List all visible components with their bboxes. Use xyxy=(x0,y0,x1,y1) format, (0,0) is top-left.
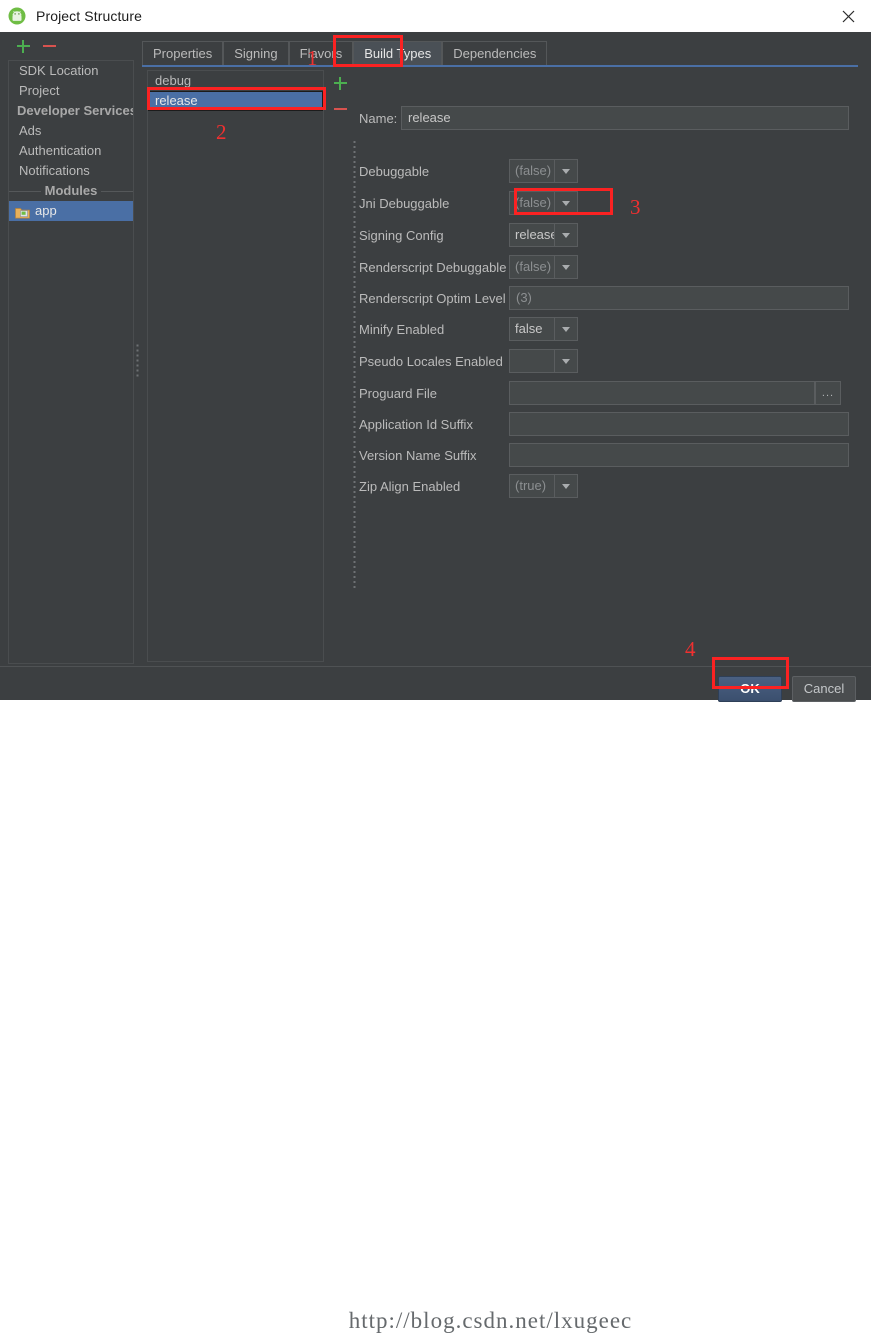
chevron-down-icon[interactable] xyxy=(554,474,578,498)
add-build-type-button[interactable] xyxy=(327,70,353,96)
window-title: Project Structure xyxy=(36,8,142,24)
tab-signing[interactable]: Signing xyxy=(223,41,289,65)
sidebar-item-ads[interactable]: Ads xyxy=(9,121,133,141)
splitter-grip-icon xyxy=(353,141,357,591)
form-row-signing-config: Signing Config release xyxy=(359,222,853,248)
signing-config-value: release xyxy=(509,223,554,247)
chevron-down-icon[interactable] xyxy=(554,317,578,341)
form-row-renderscript-debuggable: Renderscript Debuggable (false) xyxy=(359,254,853,280)
tab-build-types[interactable]: Build Types xyxy=(353,41,443,65)
sidebar-group-label: Developer Services xyxy=(17,103,134,118)
watermark-text: http://blog.csdn.net/lxugeec xyxy=(348,1308,633,1333)
jni-debuggable-label: Jni Debuggable xyxy=(359,195,450,211)
sidebar-splitter[interactable] xyxy=(134,60,142,664)
form-row-pseudo-locales-enabled: Pseudo Locales Enabled xyxy=(359,348,853,374)
chevron-down-icon[interactable] xyxy=(554,159,578,183)
list-item[interactable]: debug xyxy=(148,71,323,91)
form-row-version-name-suffix: Version Name Suffix xyxy=(359,442,853,468)
ok-button[interactable]: OK xyxy=(718,676,782,702)
chevron-down-icon[interactable] xyxy=(554,255,578,279)
sidebar-group-modules: Modules xyxy=(9,181,133,201)
application-id-suffix-label: Application Id Suffix xyxy=(359,416,473,432)
version-name-suffix-label: Version Name Suffix xyxy=(359,447,477,463)
tab-bar: Properties Signing Flavors Build Types D… xyxy=(142,37,548,65)
dialog-button-bar: http://blog.csdn.net/lxugeec OK Cancel xyxy=(0,667,871,1333)
tab-properties[interactable]: Properties xyxy=(142,41,224,65)
sidebar-item-label: app xyxy=(35,203,57,218)
form-row-jni-debuggable: Jni Debuggable (false) xyxy=(359,190,853,216)
module-folder-icon xyxy=(15,205,30,218)
sidebar-item-app[interactable]: app xyxy=(9,201,133,221)
remove-module-button[interactable] xyxy=(36,33,62,59)
version-name-suffix-input[interactable] xyxy=(509,443,849,467)
form-row-renderscript-optim-level: Renderscript Optim Level (3) xyxy=(359,285,853,311)
application-id-suffix-input[interactable] xyxy=(509,412,849,436)
chevron-down-icon[interactable] xyxy=(554,349,578,373)
name-label: Name: xyxy=(359,110,398,126)
build-type-form: Name: release Debuggable (false) Jni Deb… xyxy=(359,70,853,662)
close-icon[interactable] xyxy=(825,0,871,32)
jni-debuggable-value: (false) xyxy=(509,191,554,215)
cancel-button[interactable]: Cancel xyxy=(792,676,856,702)
list-form-splitter[interactable] xyxy=(351,70,359,662)
dialog-content: SDK Location Project Developer Services … xyxy=(0,32,871,1333)
build-types-panel: debug release Name: release Debuggable (… xyxy=(142,67,858,664)
sidebar-group-developer-services: Developer Services xyxy=(9,101,133,121)
signing-config-dropdown[interactable]: release xyxy=(509,223,578,247)
renderscript-debuggable-dropdown[interactable]: (false) xyxy=(509,255,578,279)
debuggable-value: (false) xyxy=(509,159,554,183)
pseudo-locales-enabled-dropdown[interactable] xyxy=(509,349,578,373)
sidebar-item-authentication[interactable]: Authentication xyxy=(9,141,133,161)
sidebar-toolbar xyxy=(0,32,140,60)
minify-enabled-dropdown[interactable]: false xyxy=(509,317,578,341)
renderscript-debuggable-label: Renderscript Debuggable xyxy=(359,259,507,275)
group-divider-right xyxy=(101,190,133,192)
form-row-proguard-file: Proguard File ... xyxy=(359,380,853,406)
add-module-button[interactable] xyxy=(10,33,36,59)
tab-dependencies[interactable]: Dependencies xyxy=(442,41,548,65)
zip-align-enabled-label: Zip Align Enabled xyxy=(359,478,461,494)
form-row-zip-align-enabled: Zip Align Enabled (true) xyxy=(359,473,853,499)
sidebar-item-project[interactable]: Project xyxy=(9,81,133,101)
renderscript-optim-level-input[interactable]: (3) xyxy=(509,286,849,310)
tab-flavors[interactable]: Flavors xyxy=(288,41,354,65)
minify-enabled-label: Minify Enabled xyxy=(359,321,445,337)
splitter-grip-icon xyxy=(136,344,140,380)
renderscript-debuggable-value: (false) xyxy=(509,255,554,279)
zip-align-enabled-value: (true) xyxy=(509,474,554,498)
signing-config-label: Signing Config xyxy=(359,227,444,243)
form-row-application-id-suffix: Application Id Suffix xyxy=(359,411,853,437)
name-input[interactable]: release xyxy=(401,106,849,130)
form-row-minify-enabled: Minify Enabled false xyxy=(359,316,853,342)
form-row-debuggable: Debuggable (false) xyxy=(359,158,853,184)
list-item[interactable]: release xyxy=(148,91,323,111)
chevron-down-icon[interactable] xyxy=(554,191,578,215)
build-types-list[interactable]: debug release xyxy=(147,70,324,662)
form-row-name: Name: release xyxy=(359,105,853,131)
title-bar: Project Structure xyxy=(0,0,871,32)
proguard-file-label: Proguard File xyxy=(359,385,438,401)
zip-align-enabled-dropdown[interactable]: (true) xyxy=(509,474,578,498)
build-types-list-toolbar xyxy=(327,70,351,130)
debuggable-label: Debuggable xyxy=(359,163,430,179)
chevron-down-icon[interactable] xyxy=(554,223,578,247)
proguard-file-browse-button[interactable]: ... xyxy=(815,381,841,405)
sidebar-item-notifications[interactable]: Notifications xyxy=(9,161,133,181)
pseudo-locales-enabled-value xyxy=(509,349,554,373)
project-structure-dialog: Project Structure SDK Location Project D… xyxy=(0,0,871,1333)
jni-debuggable-dropdown[interactable]: (false) xyxy=(509,191,578,215)
sidebar-group-label: Modules xyxy=(44,183,98,198)
pseudo-locales-enabled-label: Pseudo Locales Enabled xyxy=(359,353,503,369)
debuggable-dropdown[interactable]: (false) xyxy=(509,159,578,183)
sidebar-item-sdk-location[interactable]: SDK Location xyxy=(9,61,133,81)
remove-build-type-button[interactable] xyxy=(327,96,353,122)
group-divider-left xyxy=(9,190,41,192)
renderscript-optim-level-label: Renderscript Optim Level xyxy=(359,290,506,306)
proguard-file-input[interactable] xyxy=(509,381,815,405)
sidebar-tree[interactable]: SDK Location Project Developer Services … xyxy=(8,60,134,664)
android-robot-icon xyxy=(8,7,26,25)
minify-enabled-value: false xyxy=(509,317,554,341)
